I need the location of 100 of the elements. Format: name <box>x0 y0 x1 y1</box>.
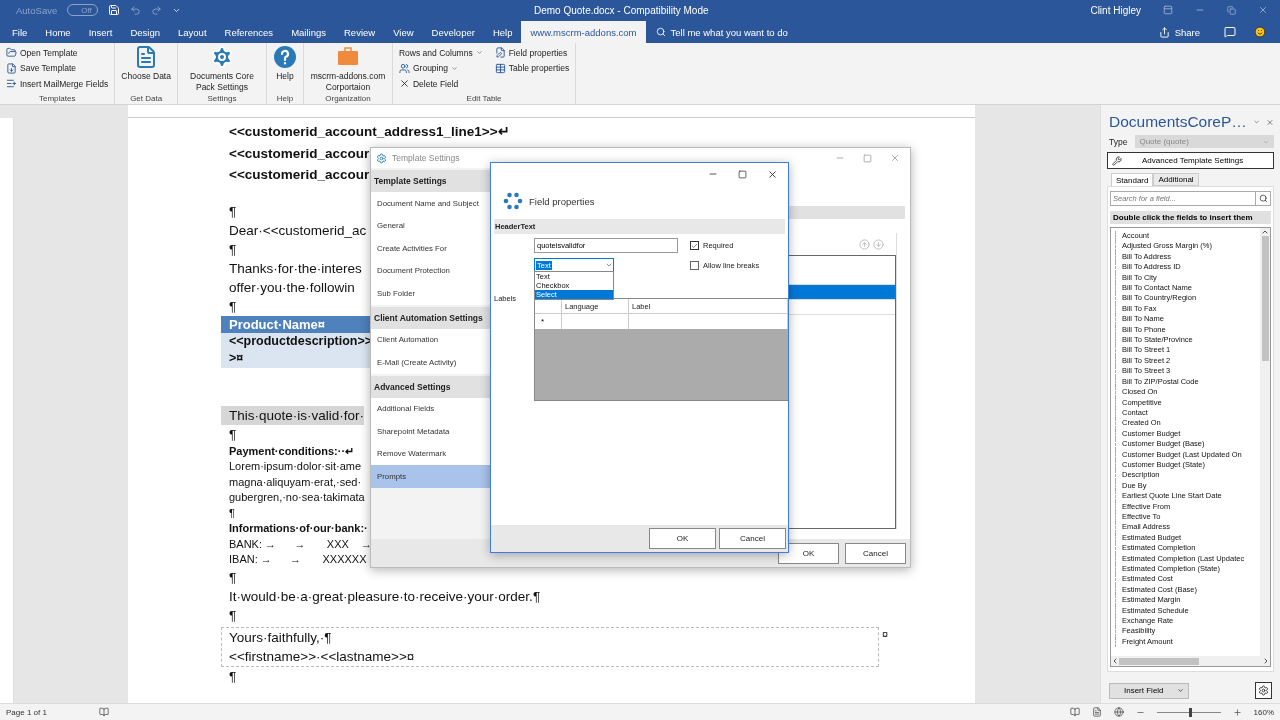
insert-field-button[interactable]: Insert Field <box>1109 682 1189 699</box>
caret-icon <box>475 49 483 57</box>
document-icon <box>6 62 17 74</box>
ribbon-display-icon[interactable] <box>1163 5 1173 15</box>
cancel-button[interactable]: Cancel <box>845 542 906 564</box>
window-title: Demo Quote.docx - Compatibility Mode <box>534 4 709 16</box>
ribbon-tab[interactable]: www.mscrm-addons.com <box>521 21 646 43</box>
text-line: Payment·conditions:··↵ <box>228 443 355 459</box>
tell-me-search[interactable]: Tell me what you want to do <box>649 21 794 43</box>
ribbon-button[interactable]: Help <box>270 45 299 82</box>
share-button[interactable]: Share <box>1152 25 1206 39</box>
smiley-icon[interactable] <box>1254 26 1266 38</box>
comment-icon[interactable] <box>1224 26 1236 38</box>
text-line: Yours·faithfully,·¶ <box>229 628 333 647</box>
ribbon-button[interactable]: Grouping <box>396 60 485 76</box>
ribbon-tab[interactable]: Mailings <box>282 21 335 43</box>
nav-heading: Advanced Settings <box>371 375 491 398</box>
ribbon-tab[interactable]: View <box>384 21 423 43</box>
restore-icon[interactable] <box>1227 5 1236 15</box>
text-line: ¶ <box>228 568 237 587</box>
ribbon-tab[interactable]: Developer <box>422 21 484 43</box>
edit-icon <box>494 47 506 59</box>
type-label: Type <box>1109 136 1128 147</box>
ribbon-button[interactable]: Rows and Columns <box>396 45 485 61</box>
scrollbar[interactable] <box>1111 656 1270 666</box>
advanced-settings-button[interactable]: Advanced Template Settings <box>1107 152 1274 169</box>
ribbon-tab[interactable]: File <box>3 21 37 43</box>
ribbon-button[interactable]: Choose Data <box>119 45 173 82</box>
text-line: <<customerid_accour <box>228 144 370 163</box>
ribbon-button[interactable]: Open Template <box>4 45 111 61</box>
highlighted-text: This·quote·is·valid·for· <box>221 405 365 425</box>
checkmark-icon <box>691 241 698 250</box>
share-icon <box>1158 26 1170 38</box>
autosave-label: AutoSave <box>16 4 58 16</box>
ribbon-tab[interactable]: Home <box>36 21 80 43</box>
ribbon-button[interactable]: mscrm-addons.com Corportaion <box>307 45 388 92</box>
cancel-button[interactable]: Cancel <box>719 528 786 549</box>
pane-tab[interactable]: Standard <box>1111 173 1154 186</box>
ribbon-button[interactable]: Field properties <box>492 45 572 61</box>
ribbon-tab[interactable]: Review <box>335 21 385 43</box>
redo-icon[interactable] <box>150 4 162 16</box>
print-layout-icon[interactable] <box>1091 707 1102 717</box>
text-line: ¶ <box>228 297 237 316</box>
scroll-thumb[interactable] <box>1261 236 1269 361</box>
ribbon-tab[interactable]: Insert <box>79 21 122 43</box>
ribbon-button[interactable]: Save Template <box>4 60 111 76</box>
text-line: ¶ <box>228 667 237 686</box>
group-label: Organization <box>324 94 372 104</box>
dialog-title: Field properties <box>529 195 595 207</box>
list-row[interactable] <box>787 285 895 300</box>
scroll-left-icon[interactable] <box>1111 657 1119 665</box>
read-mode-icon[interactable] <box>1069 707 1080 717</box>
nav-heading: Client Automation Settings <box>371 306 491 329</box>
ribbon-button[interactable]: Delete Field <box>396 76 485 92</box>
nav-heading: Template Settings <box>371 170 491 192</box>
text-line: ¶ <box>228 606 237 625</box>
web-layout-icon[interactable] <box>1113 707 1124 717</box>
caret-icon <box>450 64 458 72</box>
zoom-in-icon[interactable] <box>1232 707 1242 717</box>
text-line: <<customerid_accour <box>228 166 370 184</box>
search-button[interactable] <box>1256 191 1271 206</box>
page-count: Page 1 of 1 <box>6 707 47 717</box>
proofing-icon[interactable] <box>98 707 109 717</box>
ribbon-button[interactable]: Insert MailMerge Fields <box>4 76 111 92</box>
text-line: gubergren,·no·sea·takimata <box>228 490 365 505</box>
undo-icon[interactable] <box>129 4 141 16</box>
scroll-right-icon[interactable] <box>1262 657 1270 665</box>
ribbon-tab[interactable]: Design <box>121 21 169 43</box>
text-line: ¶ <box>228 425 237 444</box>
settings-button[interactable] <box>1255 682 1272 699</box>
scroll-up-icon[interactable] <box>1261 228 1269 236</box>
scrollbar[interactable] <box>1260 228 1270 656</box>
users-icon <box>398 62 410 74</box>
app-icon <box>376 152 387 164</box>
save-icon[interactable] <box>107 4 120 16</box>
scroll-thumb[interactable] <box>1119 657 1199 665</box>
ribbon-tab[interactable]: Layout <box>169 21 216 43</box>
ribbon-tab[interactable]: Help <box>483 21 522 43</box>
gear-icon <box>1258 685 1269 696</box>
caret-icon <box>605 261 613 269</box>
ribbon-button[interactable]: Documents Core Pack Settings <box>181 45 262 92</box>
wrench-icon <box>1112 155 1122 166</box>
text-line: <<firstname>>·<<lastname>>¤ <box>229 647 415 666</box>
group-label: Settings <box>206 94 238 104</box>
group-label: Get Data <box>129 94 164 104</box>
list-icon <box>6 78 17 90</box>
app-logo-icon <box>503 191 523 211</box>
ribbon-button[interactable]: Table properties <box>492 60 572 76</box>
group-label: Templates <box>37 94 77 104</box>
pane-tab[interactable]: Additional <box>1153 173 1199 186</box>
group-label: Edit Table <box>465 94 503 104</box>
ribbon-tab[interactable]: References <box>215 21 283 43</box>
hint-text: Double click the fields to insert them <box>1110 211 1271 224</box>
text-line: IBAN: → → XXXXXX <box>228 552 367 567</box>
text-line: ¶ <box>228 505 235 521</box>
maximize-icon[interactable] <box>738 169 747 179</box>
ok-button[interactable]: OK <box>649 528 716 549</box>
search-icon <box>655 27 666 37</box>
close-icon[interactable] <box>767 168 778 180</box>
text-line: Dear·<<customerid_ac <box>228 221 367 240</box>
